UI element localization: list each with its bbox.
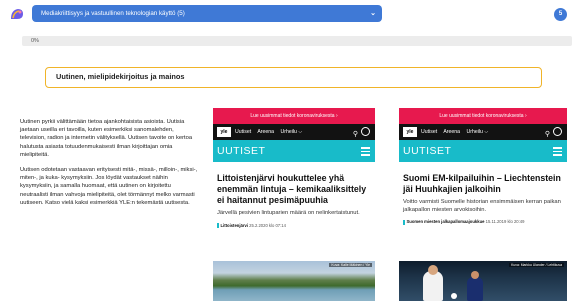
meta-marker xyxy=(217,222,219,228)
nav-item: Urheilu ⌵ xyxy=(280,129,303,135)
meta-date: 25.2.2020 klo 07:14 xyxy=(249,222,286,228)
nav-item: Uutiset xyxy=(421,129,438,135)
nav-item: Uutiset xyxy=(235,129,252,135)
chevron-down-icon: ⌄ xyxy=(370,10,376,17)
player-figure xyxy=(467,277,483,301)
news-photo-lake: Kuva: Kalle Mäkinen / Yle xyxy=(213,261,375,301)
hamburger-menu-icon xyxy=(361,147,370,158)
masthead-title: UUTISET xyxy=(403,145,452,157)
yle-nav-bar: yle Uutiset Areena Urheilu ⌵ ⚲ xyxy=(213,124,375,140)
progress-bar: 0% xyxy=(22,36,572,46)
photo-credit: Kuva: Markku Ulander / Lehtikuva xyxy=(509,263,564,267)
course-select[interactable]: Mediakriittisyys ja vastuullinen teknolo… xyxy=(32,5,382,22)
paragraph: Uutinen pyrkii välittämään tietoa ajanko… xyxy=(20,119,193,158)
yle-nav-bar: yle Uutiset Areena Urheilu ⌵ ⚲ xyxy=(399,124,567,140)
yle-logo: yle xyxy=(403,127,417,137)
meta-source: Littoistenjärvi xyxy=(220,222,248,228)
meta-date: 15.11.2019 klo 20:49 xyxy=(485,219,525,225)
photo-credit: Kuva: Kalle Mäkinen / Yle xyxy=(329,263,372,267)
notification-badge[interactable]: 5 xyxy=(554,8,567,21)
corona-alert-banner: Lue uusimmat tiedot koronaviruksesta › xyxy=(213,108,375,124)
news-meta: Suomen miesten jalkapallomaajoukkue 15.1… xyxy=(399,214,567,225)
yle-logo: yle xyxy=(217,127,231,137)
news-headline: Suomi EM-kilpailuihin – Liechtenstein jä… xyxy=(403,173,561,194)
news-photo-football: Kuva: Markku Ulander / Lehtikuva xyxy=(399,261,567,301)
user-icon xyxy=(361,127,370,136)
player-head xyxy=(471,271,479,279)
uutiset-masthead: UUTISET xyxy=(399,140,567,162)
news-meta: Littoistenjärvi 25.2.2020 klo 07:14 xyxy=(213,218,375,229)
article-text: Uutinen pyrkii välittämään tietoa ajanko… xyxy=(20,118,198,214)
hamburger-menu-icon xyxy=(553,147,562,158)
course-select-value: Mediakriittisyys ja vastuullinen teknolo… xyxy=(41,10,185,17)
player-figure xyxy=(423,271,443,301)
player-head xyxy=(428,265,438,275)
nav-item: Areena xyxy=(443,129,461,135)
news-screenshot-card: Lue uusimmat tiedot koronaviruksesta › y… xyxy=(399,108,567,301)
masthead-title: UUTISET xyxy=(217,145,266,157)
uutiset-masthead: UUTISET xyxy=(213,140,375,162)
nav-item: Urheilu ⌵ xyxy=(466,129,489,135)
nav-item: Areena xyxy=(257,129,275,135)
news-lead: Voitto varmisti Suomelle historian ensim… xyxy=(403,199,561,213)
news-lead: Järvellä pesivien lintuparien määrä on n… xyxy=(217,210,360,216)
section-title: Uutinen, mielipidekirjoitus ja mainos xyxy=(45,67,542,88)
meta-marker xyxy=(403,219,405,225)
progress-label: 0% xyxy=(31,38,39,44)
news-screenshot-card: Lue uusimmat tiedot koronaviruksesta › y… xyxy=(213,108,375,301)
football xyxy=(451,293,457,299)
meta-source: Suomen miesten jalkapallomaajoukkue xyxy=(406,219,485,225)
user-icon xyxy=(553,127,562,136)
paragraph: Uutisen odotetaan vastaavan erityisesti … xyxy=(20,167,198,206)
corona-alert-banner: Lue uusimmat tiedot koronaviruksesta › xyxy=(399,108,567,124)
news-headline: Littoistenjärvi houkuttelee yhä enemmän … xyxy=(217,173,367,205)
app-logo-icon xyxy=(11,9,23,19)
